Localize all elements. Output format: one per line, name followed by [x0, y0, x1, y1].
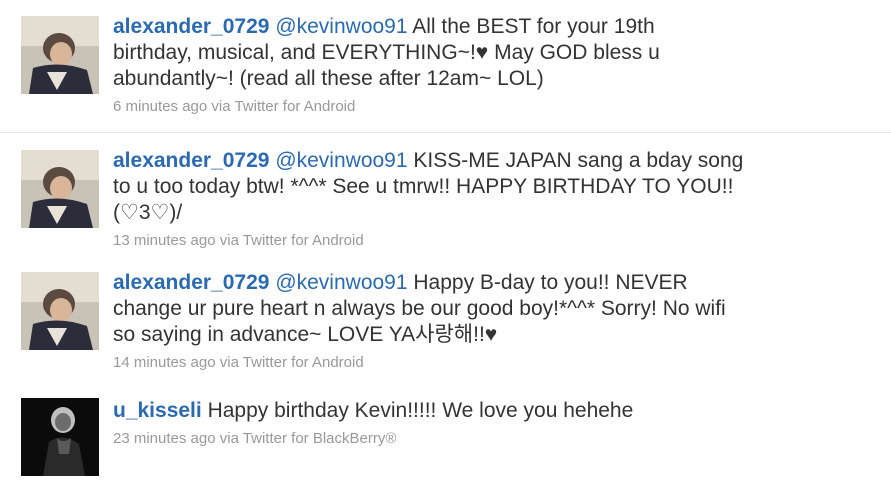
tweet-text-line: to u too today btw! *^^* See u tmrw!! HA…: [113, 175, 734, 198]
tweet-text-line: Happy B-day to you!! NEVER: [413, 271, 688, 294]
tweet-username[interactable]: u_kisseli: [113, 399, 202, 422]
tweet-text-line: All the BEST for your 19th: [412, 15, 655, 38]
tweet-mention[interactable]: @kevinwoo91: [275, 271, 407, 294]
tweet-username[interactable]: alexander_0729: [113, 149, 269, 172]
avatar-photo-icon: [21, 272, 99, 350]
avatar[interactable]: [21, 150, 99, 228]
tweet-username[interactable]: alexander_0729: [113, 271, 269, 294]
tweet-meta[interactable]: 14 minutes ago via Twitter for Android: [113, 354, 883, 372]
tweet-text: alexander_0729 @kevinwoo91 All the BEST …: [113, 14, 883, 40]
tweet-text-line: so saying in advance~ LOVE YA사랑해!!♥: [113, 323, 498, 346]
tweet-text-line: Happy birthday Kevin!!!!! We love you he…: [207, 399, 634, 422]
tweet-text-line: KISS-ME JAPAN sang a bday song: [413, 149, 744, 172]
tweet-text-line: (♡3♡)/: [113, 201, 183, 224]
tweet-text-line: abundantly~! (read all these after 12am~…: [113, 67, 544, 90]
avatar[interactable]: [21, 398, 99, 476]
tweet-text-line: birthday, musical, and EVERYTHING~!♥ May…: [113, 41, 660, 64]
avatar[interactable]: [21, 272, 99, 350]
avatar-photo-icon: [21, 16, 99, 94]
avatar-photo-icon: [21, 398, 99, 476]
tweet-username[interactable]: alexander_0729: [113, 15, 269, 38]
avatar-photo-icon: [21, 150, 99, 228]
tweet-meta[interactable]: 13 minutes ago via Twitter for Android: [113, 232, 883, 250]
tweet-mention[interactable]: @kevinwoo91: [275, 15, 407, 38]
avatar[interactable]: [21, 16, 99, 94]
divider: [0, 132, 891, 133]
tweet-text: u_kisseli Happy birthday Kevin!!!!! We l…: [113, 398, 883, 424]
tweet-mention[interactable]: @kevinwoo91: [275, 149, 407, 172]
tweet-meta[interactable]: 6 minutes ago via Twitter for Android: [113, 98, 883, 116]
tweet-meta[interactable]: 23 minutes ago via Twitter for BlackBerr…: [113, 430, 883, 448]
tweet-text: alexander_0729 @kevinwoo91 Happy B-day t…: [113, 270, 883, 296]
tweet-text: alexander_0729 @kevinwoo91 KISS-ME JAPAN…: [113, 148, 883, 174]
tweet-text-line: change ur pure heart n always be our goo…: [113, 297, 726, 320]
